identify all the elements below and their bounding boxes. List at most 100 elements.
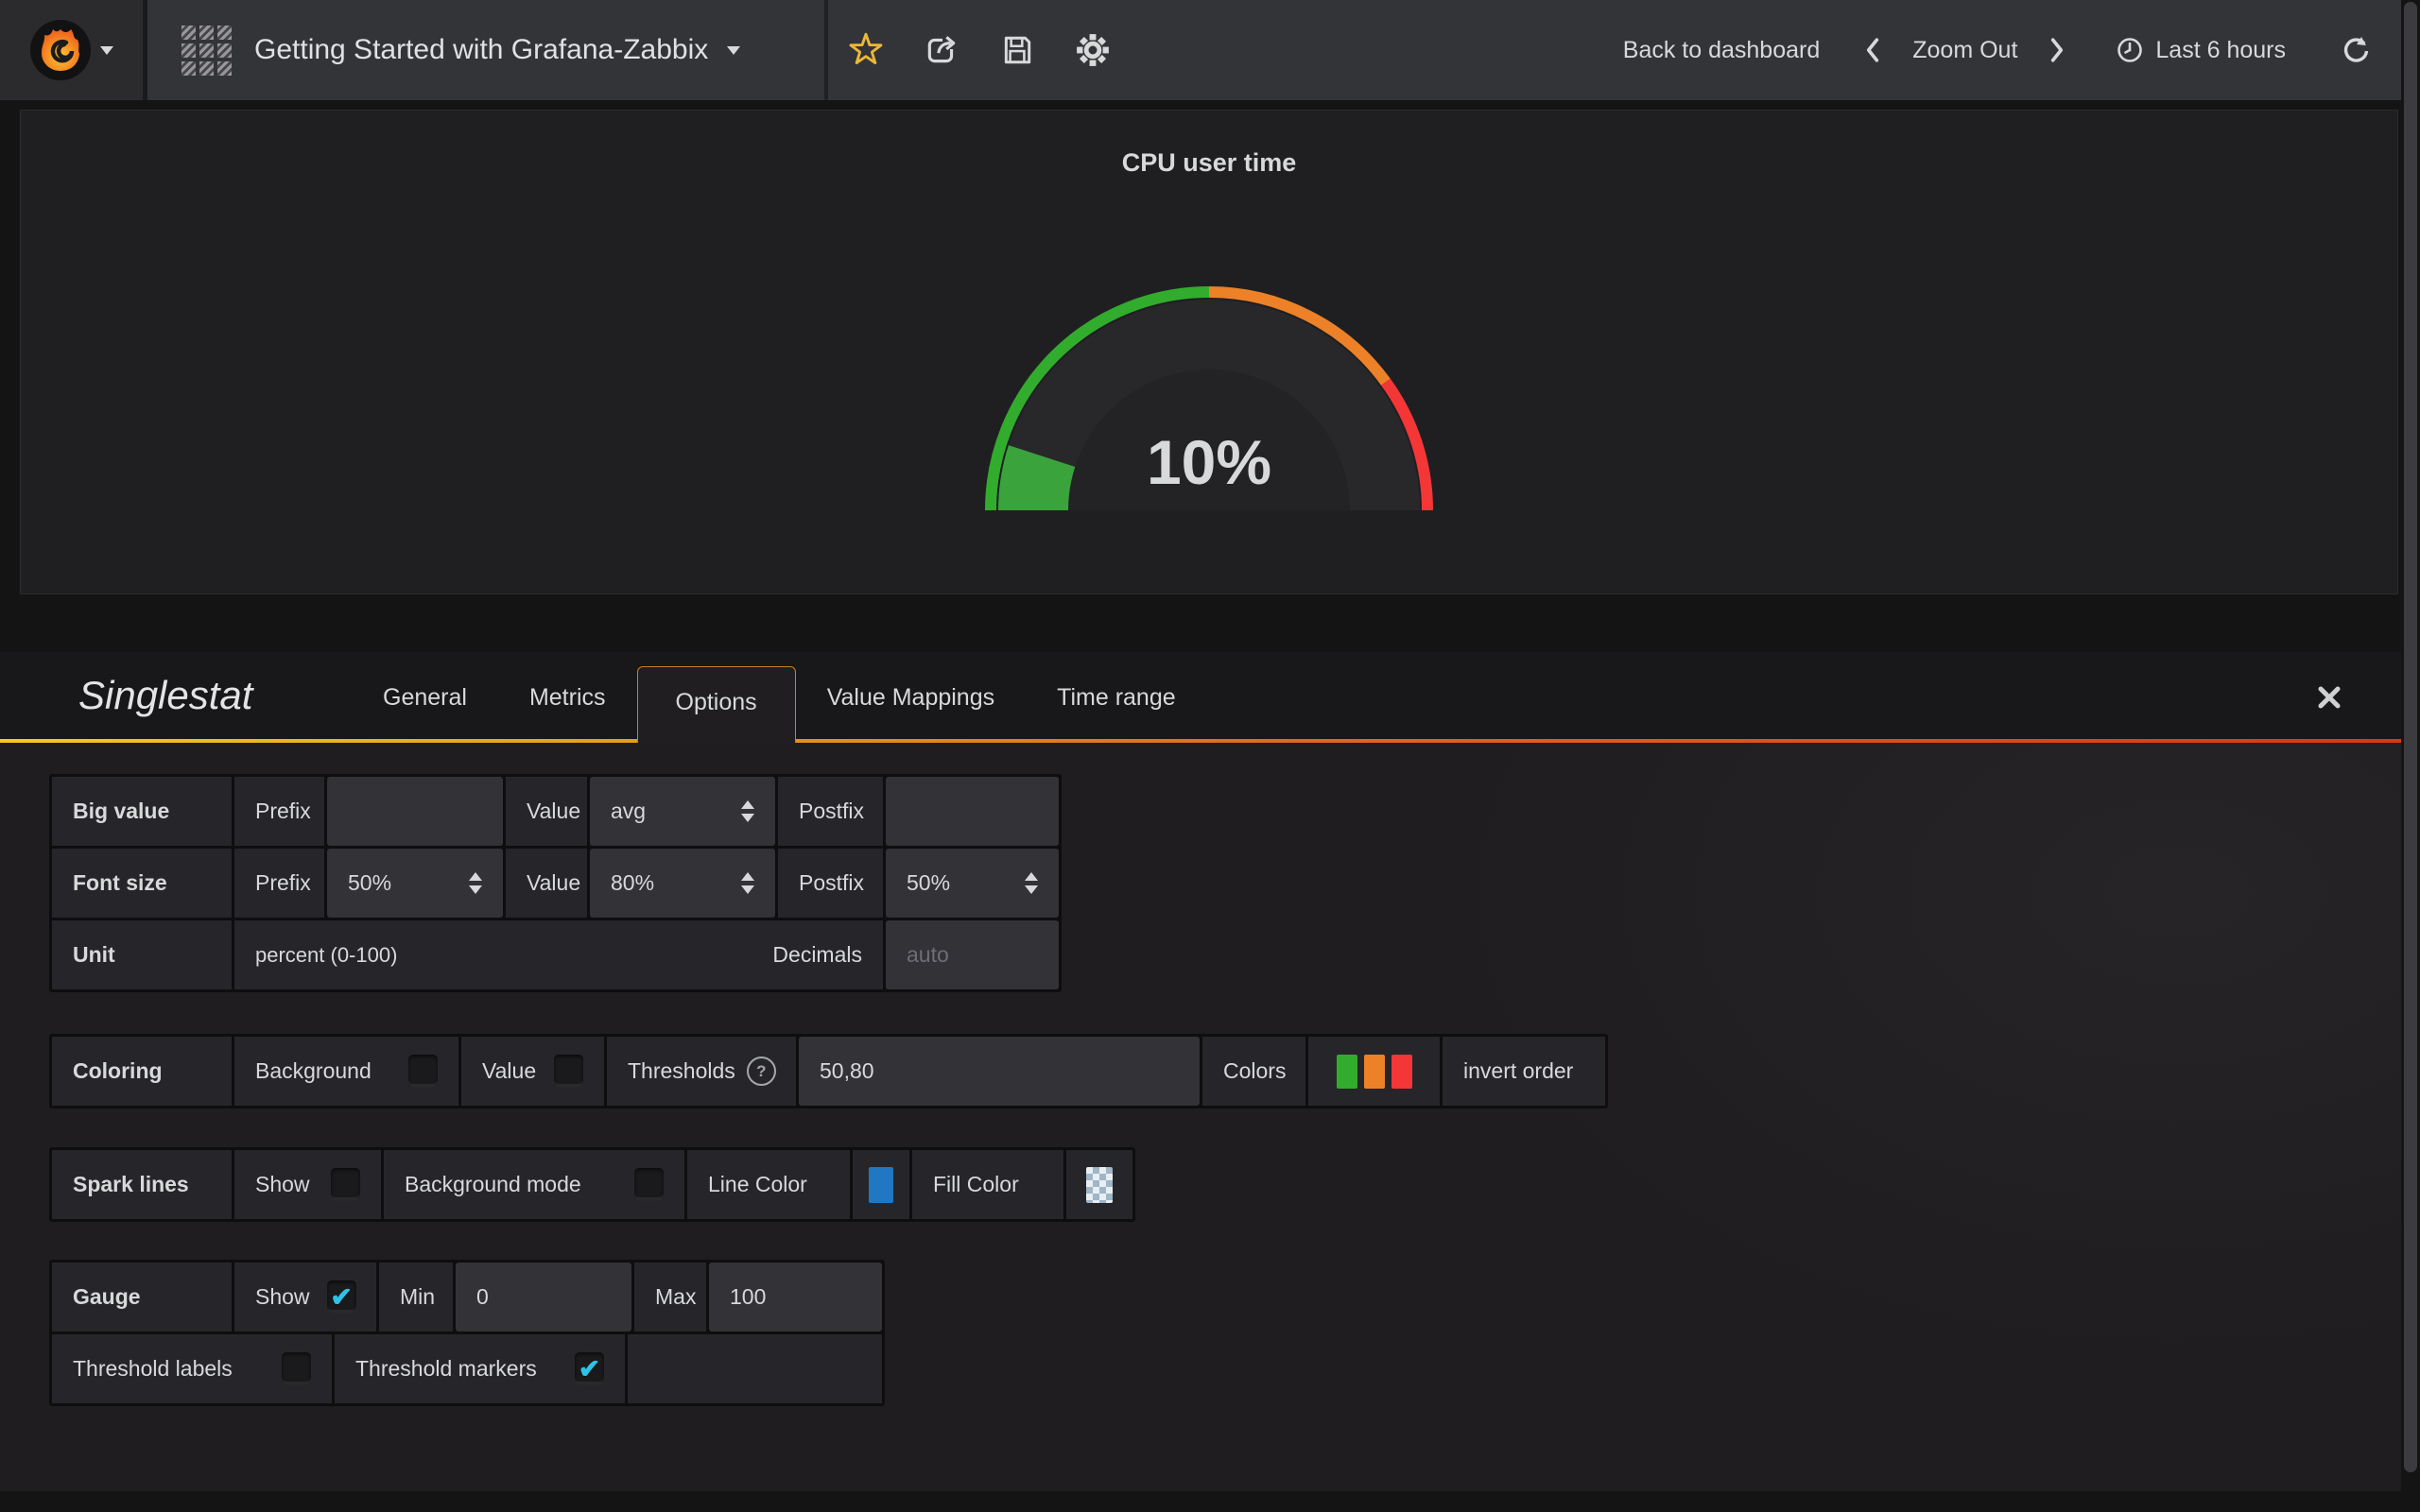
max-label: Max	[634, 1263, 706, 1332]
gauge-empty-cell	[628, 1334, 882, 1403]
panel-type-title: Singlestat	[78, 652, 252, 739]
thresholds-label: Thresholds	[628, 1058, 735, 1084]
color-swatch-orange[interactable]	[1364, 1055, 1385, 1089]
fill-color-label: Fill Color	[912, 1150, 1063, 1219]
tab-general[interactable]: General	[352, 652, 498, 743]
min-input[interactable]: 0	[456, 1263, 631, 1332]
time-shift-back-button[interactable]	[1846, 0, 1899, 100]
select-arrows-icon	[469, 872, 482, 894]
spark-lines-row-label: Spark lines	[52, 1150, 232, 1219]
select-arrows-icon	[741, 872, 754, 894]
chevron-left-icon	[1865, 37, 1880, 63]
color-swatch-red[interactable]	[1392, 1055, 1412, 1089]
background-mode-checkbox[interactable]: ✔	[634, 1168, 664, 1201]
prefix-font-size-selected: 50%	[348, 870, 391, 896]
tab-time-range[interactable]: Time range	[1026, 652, 1207, 743]
prefix-label: Prefix	[234, 777, 324, 846]
color-swatch-green[interactable]	[1337, 1055, 1357, 1089]
vertical-scrollbar-track[interactable]	[2401, 0, 2420, 1512]
background-toggle-cell: Background ✔	[234, 1037, 458, 1106]
save-dashboard-button[interactable]	[979, 0, 1055, 100]
close-editor-button[interactable]	[2312, 680, 2346, 714]
back-to-dashboard-button[interactable]: Back to dashboard	[1623, 37, 1820, 64]
value-label: Value	[506, 849, 587, 918]
refresh-icon	[2341, 35, 2371, 65]
decimals-label: Decimals	[772, 942, 862, 968]
value-font-size-select[interactable]: 80%	[590, 849, 775, 918]
big-value-postfix-input[interactable]	[886, 777, 1059, 846]
dashboard-title-dropdown[interactable]: Getting Started with Grafana-Zabbix	[147, 0, 824, 100]
big-value-row-label: Big value	[52, 777, 232, 846]
zoom-out-button[interactable]: Zoom Out	[1912, 37, 2017, 64]
unit-cell: percent (0-100) Decimals	[234, 920, 883, 989]
panel-title[interactable]: CPU user time	[21, 148, 2397, 178]
singlestat-panel: CPU user time 10%	[20, 110, 2398, 594]
grafana-menu-button[interactable]	[0, 0, 147, 100]
line-color-label: Line Color	[687, 1150, 850, 1219]
threshold-labels-label: Threshold labels	[73, 1356, 233, 1382]
font-size-row: Font size Prefix 50% Value 80% Postfix 5…	[52, 849, 1059, 918]
unit-row-label: Unit	[52, 920, 232, 989]
help-icon[interactable]: ?	[747, 1057, 776, 1086]
dashboard-actions	[828, 0, 1131, 100]
fill-color-swatch[interactable]	[1086, 1167, 1113, 1203]
sparkline-show-cell: Show ✔	[234, 1150, 381, 1219]
thresholds-label-cell: Thresholds ?	[607, 1037, 796, 1106]
star-icon	[848, 32, 884, 68]
options-tab-content: Big value Prefix Value avg Postfix Font …	[0, 743, 2420, 1491]
time-picker-button[interactable]: Last 6 hours	[2116, 36, 2286, 64]
background-checkbox[interactable]: ✔	[408, 1055, 438, 1088]
navbar-right-controls: Back to dashboard Zoom Out Last 6 hours	[1623, 0, 2420, 100]
threshold-labels-cell: Threshold labels ✔	[52, 1334, 332, 1403]
prefix-label: Prefix	[234, 849, 324, 918]
postfix-font-size-select[interactable]: 50%	[886, 849, 1059, 918]
thresholds-input[interactable]: 50,80	[799, 1037, 1200, 1106]
panel-editor-header: Singlestat General Metrics Options Value…	[0, 652, 2420, 743]
gauge-show-checkbox[interactable]: ✔	[327, 1280, 356, 1314]
max-input[interactable]: 100	[709, 1263, 882, 1332]
line-color-swatch[interactable]	[869, 1167, 893, 1203]
value-color-checkbox[interactable]: ✔	[554, 1055, 583, 1088]
min-label: Min	[379, 1263, 453, 1332]
refresh-button[interactable]	[2341, 35, 2371, 65]
editor-tabs: General Metrics Options Value Mappings T…	[352, 652, 1207, 743]
tab-options[interactable]: Options	[637, 666, 796, 743]
big-value-prefix-input[interactable]	[327, 777, 503, 846]
dashboard-title-caret-icon	[727, 46, 740, 55]
grafana-logo-icon	[30, 20, 91, 80]
vertical-scrollbar-thumb[interactable]	[2404, 2, 2417, 1472]
tab-metrics[interactable]: Metrics	[498, 652, 637, 743]
gauge-value-label: 10%	[963, 423, 1455, 501]
threshold-labels-checkbox[interactable]: ✔	[282, 1352, 311, 1385]
unit-select[interactable]: percent (0-100)	[255, 943, 397, 968]
invert-order-link[interactable]: invert order	[1443, 1037, 1605, 1106]
tab-value-mappings[interactable]: Value Mappings	[796, 652, 1026, 743]
gauge-row-label: Gauge	[52, 1263, 232, 1332]
time-shift-forward-button[interactable]	[2031, 0, 2083, 100]
chevron-right-icon	[2049, 37, 2065, 63]
star-dashboard-button[interactable]	[828, 0, 904, 100]
select-arrows-icon	[1025, 872, 1038, 894]
share-icon	[924, 32, 959, 68]
value-font-size-selected: 80%	[611, 870, 654, 896]
big-value-row: Big value Prefix Value avg Postfix	[52, 777, 1059, 846]
decimals-input[interactable]: auto	[886, 920, 1059, 989]
value-stat-select[interactable]: avg	[590, 777, 775, 846]
check-icon: ✔	[330, 1281, 352, 1313]
sparkline-show-checkbox[interactable]: ✔	[331, 1168, 360, 1201]
fill-color-cell	[1066, 1150, 1132, 1219]
share-dashboard-button[interactable]	[904, 0, 979, 100]
value-options-table: Big value Prefix Value avg Postfix Font …	[49, 774, 1062, 992]
value-color-toggle-cell: Value ✔	[461, 1037, 604, 1106]
spark-lines-row: Spark lines Show ✔ Background mode ✔ Lin…	[52, 1150, 1132, 1219]
threshold-markers-checkbox[interactable]: ✔	[575, 1352, 604, 1385]
dashboard-title: Getting Started with Grafana-Zabbix	[254, 34, 708, 66]
close-icon	[2317, 685, 2342, 710]
gear-icon	[1075, 32, 1111, 68]
background-mode-label: Background mode	[405, 1172, 581, 1197]
gauge-options-table: Gauge Show ✔ Min 0 Max 100 Threshold lab…	[49, 1260, 885, 1406]
settings-button[interactable]	[1055, 0, 1131, 100]
prefix-font-size-select[interactable]: 50%	[327, 849, 503, 918]
postfix-label: Postfix	[778, 777, 883, 846]
line-color-cell	[853, 1150, 909, 1219]
